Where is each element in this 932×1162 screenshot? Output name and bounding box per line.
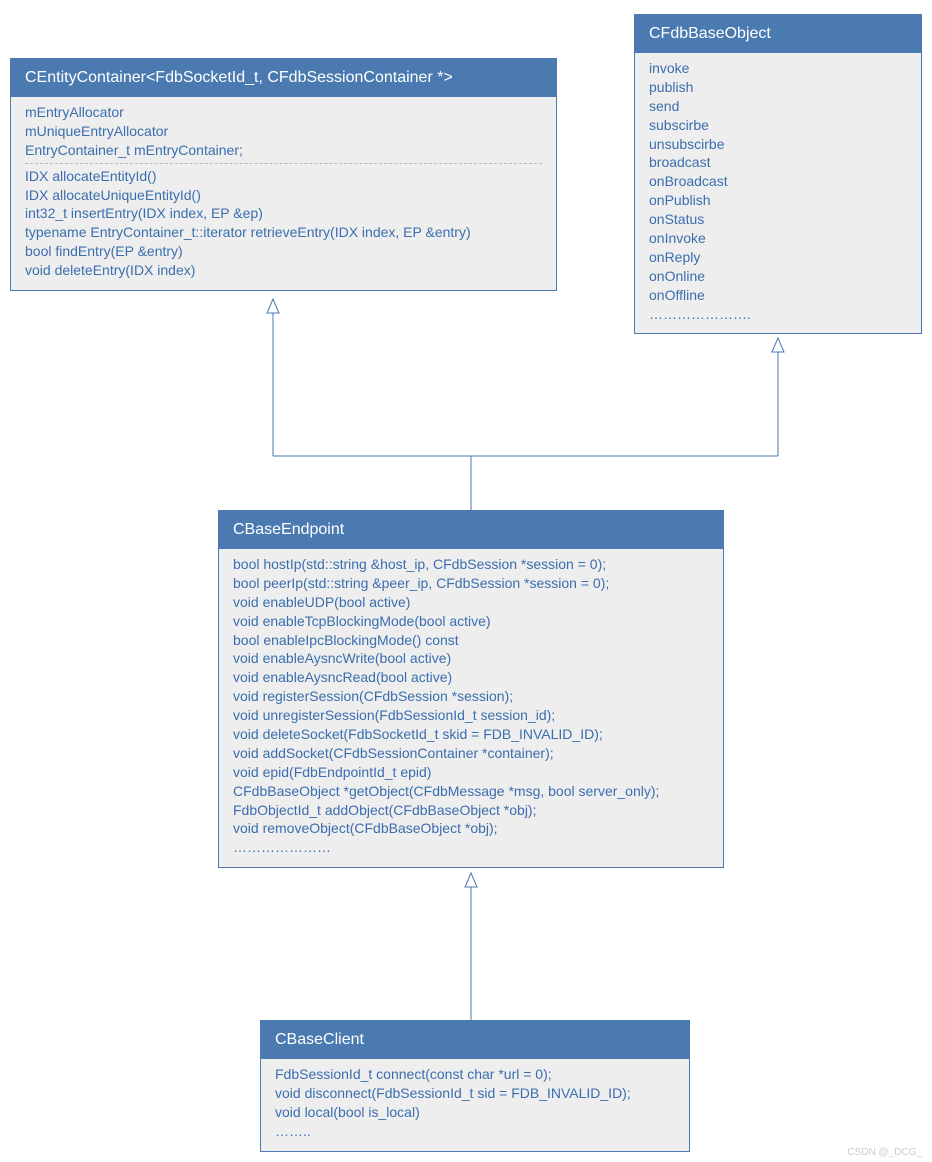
op-line: unsubscirbe	[649, 135, 907, 154]
class-title: CBaseClient	[261, 1021, 689, 1059]
op-line: CFdbBaseObject *getObject(CFdbMessage *m…	[233, 782, 709, 801]
op-line: FdbSessionId_t connect(const char *url =…	[275, 1065, 675, 1084]
op-line: void epid(FdbEndpointId_t epid)	[233, 763, 709, 782]
op-line: subscirbe	[649, 116, 907, 135]
attributes-section: mEntryAllocator mUniqueEntryAllocator En…	[11, 97, 556, 290]
op-line: bool hostIp(std::string &host_ip, CFdbSe…	[233, 555, 709, 574]
op-line: typename EntryContainer_t::iterator retr…	[25, 223, 542, 242]
class-title: CFdbBaseObject	[635, 15, 921, 53]
op-line: void local(bool is_local)	[275, 1103, 675, 1122]
class-title: CEntityContainer<FdbSocketId_t, CFdbSess…	[11, 59, 556, 97]
op-line: onStatus	[649, 210, 907, 229]
op-line: send	[649, 97, 907, 116]
op-line: void unregisterSession(FdbSessionId_t se…	[233, 706, 709, 725]
operations-section: FdbSessionId_t connect(const char *url =…	[261, 1059, 689, 1151]
op-line: void enableTcpBlockingMode(bool active)	[233, 612, 709, 631]
op-line: void addSocket(CFdbSessionContainer *con…	[233, 744, 709, 763]
op-line: void deleteSocket(FdbSocketId_t skid = F…	[233, 725, 709, 744]
op-line: void enableAysncRead(bool active)	[233, 668, 709, 687]
op-line: onOnline	[649, 267, 907, 286]
watermark: CSDN @_DCG_	[847, 1147, 922, 1158]
op-line: invoke	[649, 59, 907, 78]
op-line: onBroadcast	[649, 172, 907, 191]
class-centitycontainer: CEntityContainer<FdbSocketId_t, CFdbSess…	[10, 58, 557, 291]
op-line: void registerSession(CFdbSession *sessio…	[233, 687, 709, 706]
operations-section: invoke publish send subscirbe unsubscirb…	[635, 53, 921, 333]
op-line: void removeObject(CFdbBaseObject *obj);	[233, 819, 709, 838]
attr-line: mUniqueEntryAllocator	[25, 122, 542, 141]
attr-line: mEntryAllocator	[25, 103, 542, 122]
op-line: onPublish	[649, 191, 907, 210]
op-line: bool enableIpcBlockingMode() const	[233, 631, 709, 650]
op-line: broadcast	[649, 153, 907, 172]
class-title: CBaseEndpoint	[219, 511, 723, 549]
op-line: FdbObjectId_t addObject(CFdbBaseObject *…	[233, 801, 709, 820]
op-line: onOffline	[649, 286, 907, 305]
op-line: bool findEntry(EP &entry)	[25, 242, 542, 261]
op-line: void enableUDP(bool active)	[233, 593, 709, 612]
op-line: …………………	[233, 838, 709, 857]
op-line: ………………….	[649, 305, 907, 324]
op-line: void disconnect(FdbSessionId_t sid = FDB…	[275, 1084, 675, 1103]
attr-line: EntryContainer_t mEntryContainer;	[25, 141, 542, 164]
op-line: ……..	[275, 1122, 675, 1141]
class-cfdbbaseobject: CFdbBaseObject invoke publish send subsc…	[634, 14, 922, 334]
op-line: void enableAysncWrite(bool active)	[233, 649, 709, 668]
class-cbaseclient: CBaseClient FdbSessionId_t connect(const…	[260, 1020, 690, 1152]
op-line: IDX allocateUniqueEntityId()	[25, 186, 542, 205]
op-line: onInvoke	[649, 229, 907, 248]
op-line: int32_t insertEntry(IDX index, EP &ep)	[25, 204, 542, 223]
class-cbaseendpoint: CBaseEndpoint bool hostIp(std::string &h…	[218, 510, 724, 868]
op-line: IDX allocateEntityId()	[25, 167, 542, 186]
op-line: void deleteEntry(IDX index)	[25, 261, 542, 280]
operations-section: bool hostIp(std::string &host_ip, CFdbSe…	[219, 549, 723, 867]
op-line: publish	[649, 78, 907, 97]
op-line: bool peerIp(std::string &peer_ip, CFdbSe…	[233, 574, 709, 593]
op-line: onReply	[649, 248, 907, 267]
